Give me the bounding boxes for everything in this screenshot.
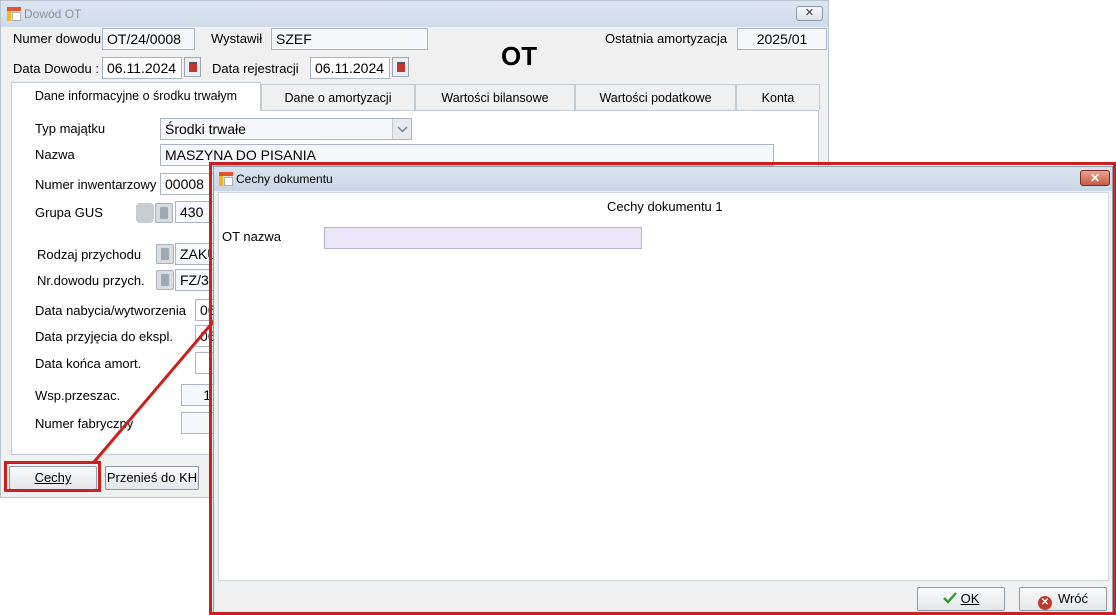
title-bar: Cechy dokumentu ✕ (214, 167, 1112, 191)
wroc-button[interactable]: ✕ Wróć (1019, 587, 1107, 611)
dialog-body: Cechy dokumentu 1 OT nazwa (218, 192, 1109, 581)
check-icon (942, 592, 957, 604)
dialog-footer: OK ✕ Wróć (214, 581, 1112, 612)
ot-nazwa-label: OT nazwa (222, 229, 282, 244)
ok-button-label: OK (960, 591, 980, 606)
close-icon[interactable]: ✕ (1080, 170, 1110, 186)
app-icon (219, 172, 233, 186)
dialog-title: Cechy dokumentu (236, 172, 333, 186)
ot-nazwa-input[interactable] (324, 227, 642, 249)
cancel-icon: ✕ (1037, 596, 1052, 610)
ok-button[interactable]: OK (917, 587, 1005, 611)
dialog-heading: Cechy dokumentu 1 (607, 199, 723, 214)
cechy-dokumentu-dialog: Cechy dokumentu ✕ Cechy dokumentu 1 OT n… (213, 166, 1113, 613)
tab-dane-informacyjne[interactable]: Dane informacyjne o środku trwałym (11, 82, 261, 111)
wroc-button-label: Wróć (1057, 591, 1089, 606)
